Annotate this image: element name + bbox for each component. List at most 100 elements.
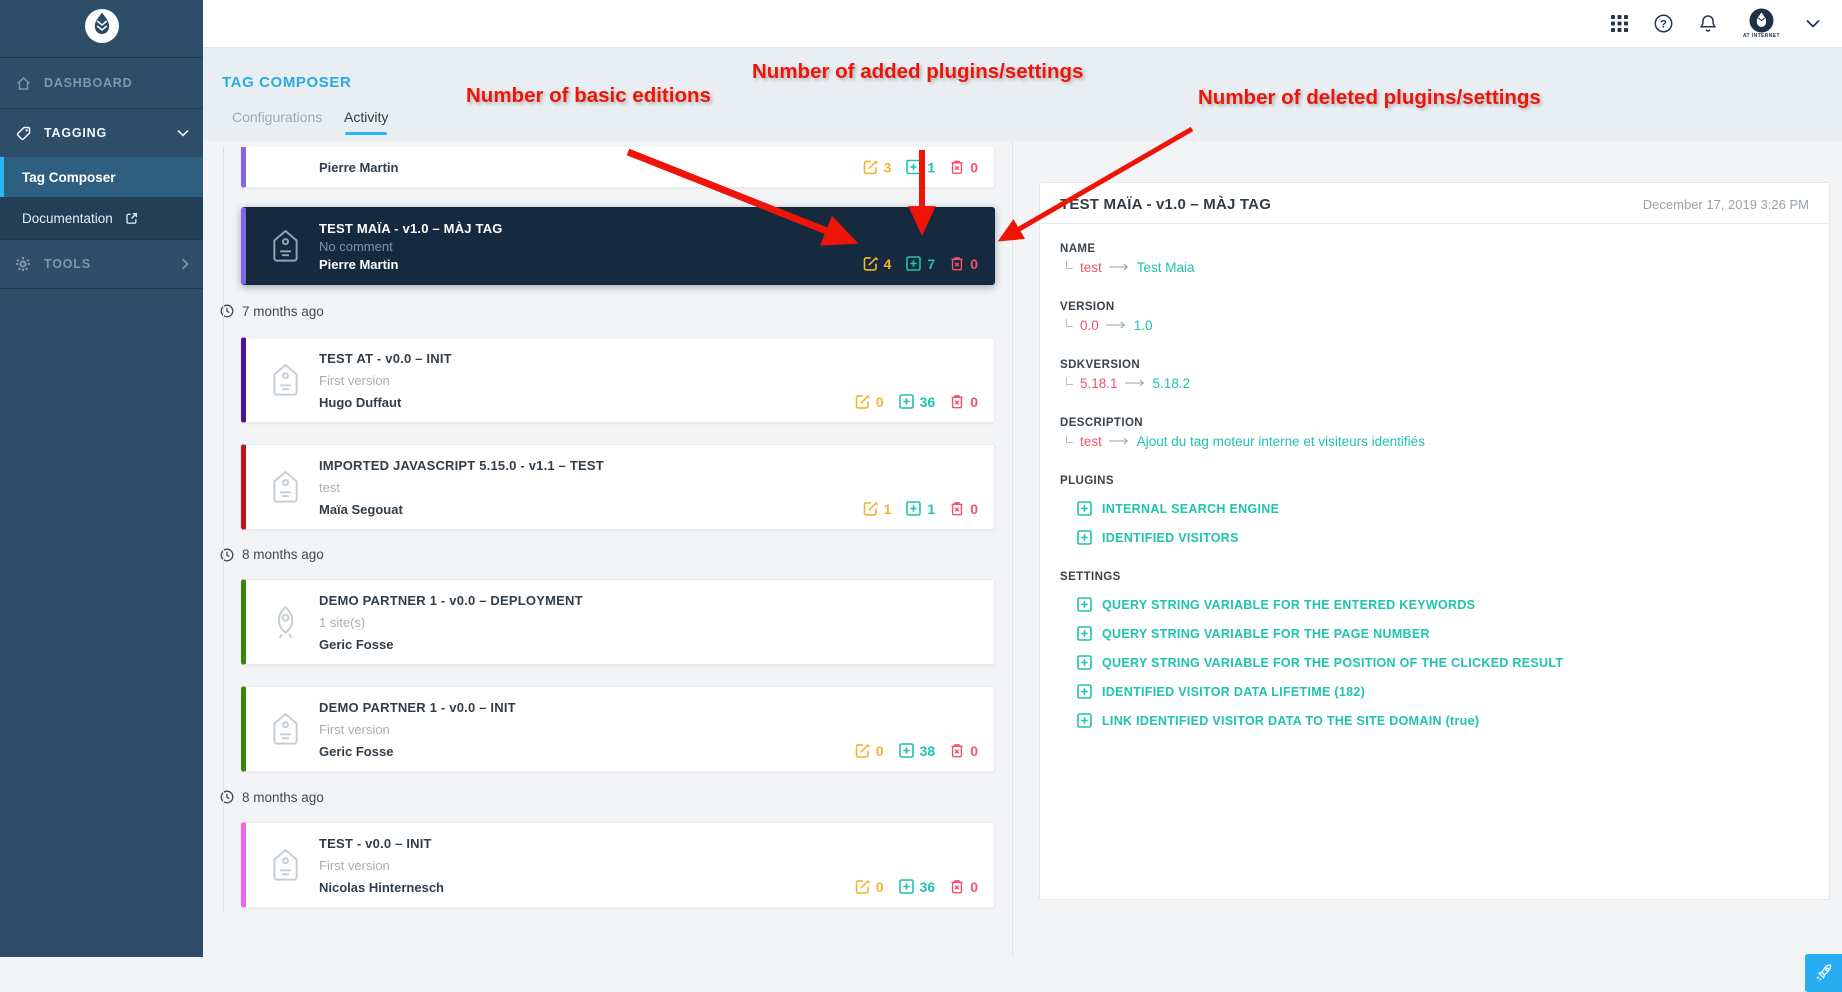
added-item: IDENTIFIED VISITOR DATA LIFETIME (182) [1060,677,1809,706]
card-author: Pierre Martin [319,160,398,175]
card-comment: test [319,480,994,495]
detail-group-label: PLUGINS [1060,472,1809,490]
trash-x-icon [949,878,965,895]
chevron-down-icon [177,129,189,137]
edit-count: 4 [862,255,892,272]
sidebar-item-dashboard[interactable]: DASHBOARD [0,58,203,108]
activity-card[interactable]: Pierre Martin 3 1 0 [241,147,995,188]
notifications-bell-icon[interactable] [1699,14,1717,34]
card-comment: 1 site(s) [319,615,994,630]
chevron-right-icon [181,258,189,270]
help-icon[interactable]: ? [1654,14,1673,33]
card-title: TEST AT - v0.0 – INIT [319,351,994,366]
deletion-count: 0 [949,500,978,517]
page: { "sidebar": { "dashboard": "DASHBOARD",… [0,0,1842,957]
added-item-label: QUERY STRING VARIABLE FOR THE POSITION O… [1102,656,1563,670]
time-group-text: 8 months ago [242,547,324,562]
addition-count: 38 [898,742,936,759]
edit-square-icon [854,393,871,410]
detail-change-row: test Ajout du tag moteur interne et visi… [1060,432,1809,450]
old-value: test [1080,434,1102,449]
sidebar-item-tools[interactable]: TOOLS [0,240,203,288]
addition-count: 36 [898,878,936,895]
edit-square-icon [862,255,879,272]
sidebar-item-label: DASHBOARD [44,76,132,90]
edit-square-icon [854,878,871,895]
detail-header: TEST MAÏA - v1.0 – MÀJ TAG December 17, … [1040,183,1829,224]
card-author: Geric Fosse [319,637,994,652]
detail-change-section: VERSION 0.0 1.0 [1060,298,1809,356]
time-group-text: 7 months ago [242,304,324,319]
sidebar-item-tagging[interactable]: TAGGING [0,109,203,157]
card-title: DEMO PARTNER 1 - v0.0 – DEPLOYMENT [319,593,994,608]
tree-branch-icon [1066,435,1073,443]
annotation-deleted-plugins: Number of deleted plugins/settings [1198,86,1541,110]
added-item-label: LINK IDENTIFIED VISITOR DATA TO THE SITE… [1102,714,1479,728]
plus-square-icon [1076,712,1093,729]
activity-card[interactable]: DEMO PARTNER 1 - v0.0 – DEPLOYMENT 1 sit… [241,579,995,665]
edit-square-icon [862,500,879,517]
detail-change-section: SDKVERSION 5.18.1 5.18.2 [1060,356,1809,414]
detail-panel: TEST MAÏA - v1.0 – MÀJ TAG December 17, … [1039,182,1830,900]
tag-icon [270,848,301,883]
deploy-rocket-button[interactable] [1805,954,1842,992]
at-internet-logo-icon [84,8,120,49]
added-item-label: INTERNAL SEARCH ENGINE [1102,502,1279,516]
time-group-label: 8 months ago [219,772,999,822]
home-icon [14,75,32,92]
card-comment: First version [319,373,994,388]
detail-field-label: DESCRIPTION [1060,414,1809,432]
plus-square-icon [1076,625,1093,642]
deletion-count: 0 [949,255,978,272]
gear-icon [14,256,32,272]
tab-configurations[interactable]: Configurations [232,109,322,125]
timeline-line [223,147,224,913]
activity-card[interactable]: TEST MAÏA - v1.0 – MÀJ TAG No comment Pi… [241,207,995,285]
change-counts: 3 1 0 [862,159,978,176]
added-item: QUERY STRING VARIABLE FOR THE ENTERED KE… [1060,590,1809,619]
added-item-label: IDENTIFIED VISITORS [1102,531,1239,545]
card-comment: First version [319,722,994,737]
sidebar-item-label: TAGGING [44,126,107,140]
page-title: TAG COMPOSER [222,74,351,91]
card-title: IMPORTED JAVASCRIPT 5.15.0 - v1.1 – TEST [319,458,994,473]
old-value: 5.18.1 [1080,376,1118,391]
activity-card[interactable]: IMPORTED JAVASCRIPT 5.15.0 - v1.1 – TEST… [241,444,995,530]
detail-field-label: NAME [1060,240,1809,258]
plus-square-icon [898,878,915,895]
deletion-count: 0 [949,393,978,410]
trash-x-icon [949,393,965,410]
topbar: ? AT INTERNET [203,0,1842,48]
account-chevron-down-icon[interactable] [1806,19,1820,28]
change-counts: 0 38 0 [854,742,978,759]
panel-separator [1012,141,1013,957]
old-value: test [1080,260,1102,275]
sidebar-item-documentation[interactable]: Documentation [0,197,203,239]
addition-count: 1 [905,159,935,176]
active-tab-underline [345,132,387,135]
activity-card[interactable]: TEST AT - v0.0 – INIT First version Hugo… [241,337,995,423]
sidebar-item-tag-composer[interactable]: Tag Composer [0,157,203,197]
added-item: QUERY STRING VARIABLE FOR THE PAGE NUMBE… [1060,619,1809,648]
long-arrow-icon [1109,263,1130,271]
edit-count: 3 [862,159,892,176]
activity-card[interactable]: DEMO PARTNER 1 - v0.0 – INIT First versi… [241,686,995,772]
addition-count: 36 [898,393,936,410]
time-group-text: 8 months ago [242,790,324,805]
plus-square-icon [1076,683,1093,700]
edit-square-icon [854,742,871,759]
tab-activity[interactable]: Activity [344,109,388,125]
account-avatar[interactable]: AT INTERNET [1743,8,1780,39]
detail-group-label: SETTINGS [1060,568,1809,586]
card-comment: No comment [319,239,994,254]
time-group-label: 7 months ago [219,285,999,337]
long-arrow-icon [1109,437,1130,445]
activity-card[interactable]: TEST - v0.0 – INIT First version Nicolas… [241,822,995,908]
detail-change-row: 5.18.1 5.18.2 [1060,374,1809,392]
new-value: Test Maia [1137,260,1195,275]
main-content: TAG COMPOSER Configurations Activity Pie… [203,48,1842,957]
added-item-label: QUERY STRING VARIABLE FOR THE PAGE NUMBE… [1102,627,1430,641]
annotation-basic-editions: Number of basic editions [466,84,711,108]
apps-grid-icon[interactable] [1611,15,1628,32]
added-item-label: QUERY STRING VARIABLE FOR THE ENTERED KE… [1102,598,1475,612]
